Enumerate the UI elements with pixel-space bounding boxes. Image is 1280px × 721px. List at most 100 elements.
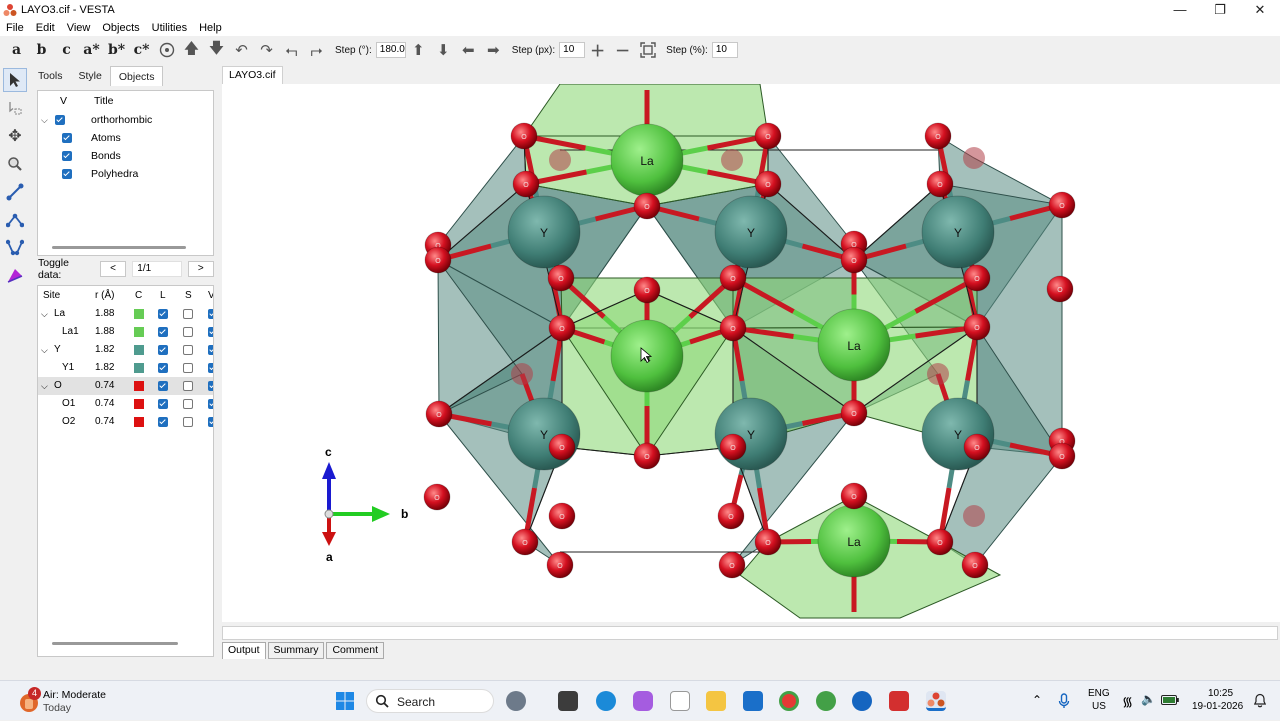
- site-radius[interactable]: 0.74: [95, 395, 114, 413]
- notification-bell-icon[interactable]: [1254, 693, 1266, 708]
- tab-tools[interactable]: Tools: [30, 66, 71, 86]
- chrome-profile-icon[interactable]: [816, 691, 836, 711]
- chevron-down-icon[interactable]: ⌵: [41, 111, 48, 129]
- view-along-a-star-button[interactable]: a*: [79, 42, 104, 58]
- rotate-right-icon[interactable]: ↷: [254, 39, 279, 61]
- chrome-profile-2-icon[interactable]: [852, 691, 872, 711]
- chevron-down-icon[interactable]: ⌵: [41, 377, 48, 395]
- language-indicator[interactable]: ENG: [1088, 688, 1110, 699]
- site-radius[interactable]: 1.82: [95, 341, 114, 359]
- visibility-checkbox[interactable]: [55, 115, 65, 125]
- site-color-swatch[interactable]: [134, 363, 144, 373]
- view-along-a-button[interactable]: a: [4, 42, 29, 58]
- crystal-structure[interactable]: Y Y Y Y Y Y La a La La O O O O O O O O O O O O O O O O O O O O O O O O O O O…: [222, 83, 1280, 622]
- site-row-y1[interactable]: Y1 1.82: [38, 359, 213, 377]
- edge-browser-icon[interactable]: [596, 691, 616, 711]
- label-checkbox[interactable]: [158, 345, 168, 355]
- site-row-o[interactable]: ⌵ O 0.74: [38, 377, 213, 395]
- show-checkbox[interactable]: [183, 363, 193, 373]
- rotate-tool-icon[interactable]: [3, 96, 27, 120]
- site-color-swatch[interactable]: [134, 399, 144, 409]
- visibility-checkbox[interactable]: [62, 133, 72, 143]
- powerpoint-icon[interactable]: [889, 691, 909, 711]
- site-color-swatch[interactable]: [134, 327, 144, 337]
- visible-checkbox[interactable]: [208, 345, 213, 355]
- menu-view[interactable]: View: [61, 22, 97, 34]
- tab-objects[interactable]: Objects: [109, 66, 164, 86]
- menu-utilities[interactable]: Utilities: [146, 22, 193, 34]
- step-pct-input[interactable]: 10: [711, 42, 738, 58]
- view-along-b-star-button[interactable]: b*: [104, 42, 129, 58]
- fit-to-window-icon[interactable]: [635, 39, 660, 61]
- tab-output[interactable]: Output: [222, 642, 266, 659]
- store-icon[interactable]: [743, 691, 763, 711]
- zoom-out-icon[interactable]: －: [610, 39, 635, 61]
- site-row-y[interactable]: ⌵ Y 1.82: [38, 341, 213, 359]
- site-color-swatch[interactable]: [134, 381, 144, 391]
- angle-tool-icon[interactable]: [3, 208, 27, 232]
- structure-viewport[interactable]: Y Y Y Y Y Y La a La La O O O O O O O O O O O O O O O O O O O O O O O O O O O…: [222, 83, 1280, 622]
- site-color-swatch[interactable]: [134, 345, 144, 355]
- microphone-icon[interactable]: [1058, 693, 1070, 709]
- vesta-taskbar-icon[interactable]: [926, 691, 946, 711]
- clock-date[interactable]: 19-01-2026: [1192, 701, 1243, 712]
- show-checkbox[interactable]: [183, 381, 193, 391]
- view-along-b-button[interactable]: b: [29, 42, 54, 58]
- rotate-up-icon[interactable]: 🡅: [179, 39, 204, 61]
- chevron-down-icon[interactable]: ⌵: [41, 341, 48, 359]
- maximize-button[interactable]: ❐: [1200, 0, 1240, 20]
- site-radius[interactable]: 0.74: [95, 377, 114, 395]
- site-radius[interactable]: 1.88: [95, 323, 114, 341]
- site-radius[interactable]: 0.74: [95, 413, 114, 431]
- label-checkbox[interactable]: [158, 363, 168, 373]
- rotate-ccw-icon[interactable]: ⮢: [279, 39, 304, 61]
- standard-orientation-icon[interactable]: [154, 39, 179, 61]
- move-right-icon[interactable]: ➡: [481, 39, 506, 61]
- dihedral-tool-icon[interactable]: [3, 236, 27, 260]
- tab-summary[interactable]: Summary: [267, 642, 325, 659]
- close-button[interactable]: ✕: [1240, 0, 1280, 20]
- visible-checkbox[interactable]: [208, 327, 213, 337]
- visible-checkbox[interactable]: [208, 363, 213, 373]
- visibility-checkbox[interactable]: [62, 169, 72, 179]
- label-checkbox[interactable]: [158, 417, 168, 427]
- battery-icon[interactable]: [1161, 695, 1179, 705]
- visible-checkbox[interactable]: [208, 381, 213, 391]
- show-hidden-icons-icon[interactable]: ⌃: [1032, 693, 1042, 707]
- view-along-c-star-button[interactable]: c*: [129, 42, 154, 58]
- file-explorer-icon[interactable]: [706, 691, 726, 711]
- label-checkbox[interactable]: [158, 381, 168, 391]
- clock-time[interactable]: 10:25: [1208, 688, 1233, 699]
- visible-checkbox[interactable]: [208, 399, 213, 409]
- magnify-tool-icon[interactable]: [3, 152, 27, 176]
- site-row-la[interactable]: ⌵ La 1.88: [38, 305, 213, 323]
- distance-tool-icon[interactable]: [3, 180, 27, 204]
- label-checkbox[interactable]: [158, 399, 168, 409]
- tab-comment[interactable]: Comment: [326, 642, 384, 659]
- chevron-down-icon[interactable]: ⌵: [41, 305, 48, 323]
- copilot-people-icon[interactable]: [506, 691, 526, 711]
- site-radius[interactable]: 1.82: [95, 359, 114, 377]
- region-indicator[interactable]: US: [1092, 701, 1106, 712]
- site-row-o2[interactable]: O2 0.74: [38, 413, 213, 431]
- step-deg-input[interactable]: 180.0: [375, 42, 406, 58]
- rotate-cw-icon[interactable]: ⮣: [304, 39, 329, 61]
- show-checkbox[interactable]: [183, 417, 193, 427]
- tree-row-polyhedra[interactable]: Polyhedra: [38, 165, 213, 183]
- windows-start-icon[interactable]: [335, 691, 355, 711]
- site-color-swatch[interactable]: [134, 309, 144, 319]
- show-checkbox[interactable]: [183, 309, 193, 319]
- notepad-icon[interactable]: [670, 691, 690, 711]
- step-px-input[interactable]: 10: [559, 42, 586, 58]
- taskbar-search[interactable]: Search: [366, 689, 494, 713]
- output-scrollbar[interactable]: [222, 626, 1278, 640]
- weather-widget[interactable]: 4 Air: Moderate Today: [18, 687, 158, 715]
- document-tab[interactable]: LAYO3.cif: [222, 66, 283, 84]
- next-data-button[interactable]: >: [187, 261, 214, 277]
- label-checkbox[interactable]: [158, 309, 168, 319]
- wifi-icon[interactable]: ᯾: [1122, 692, 1133, 710]
- rotate-left-icon[interactable]: ↶: [229, 39, 254, 61]
- tab-style[interactable]: Style: [71, 66, 110, 86]
- show-checkbox[interactable]: [183, 327, 193, 337]
- select-tool-icon[interactable]: [3, 68, 27, 92]
